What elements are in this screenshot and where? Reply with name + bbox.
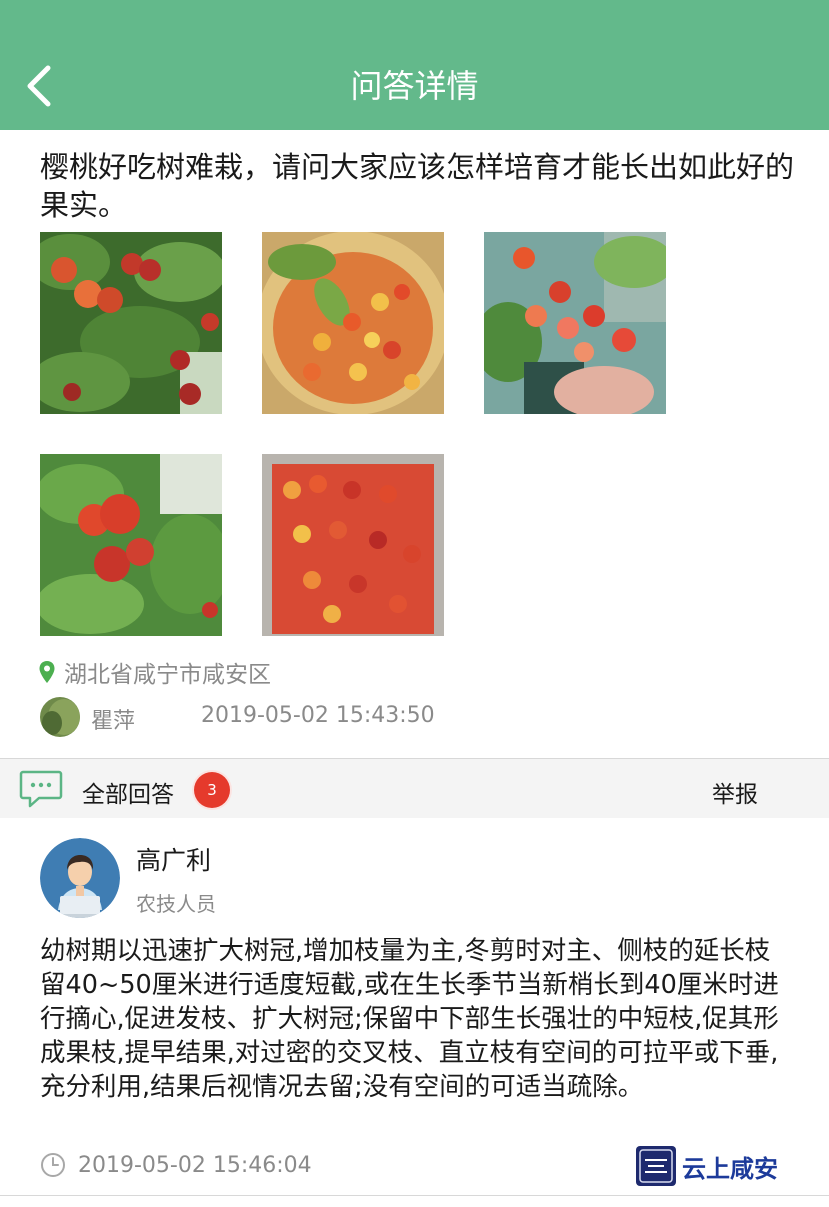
answerer-name[interactable]: 高广利 xyxy=(136,841,211,877)
question-time: 2019-05-02 15:43:50 xyxy=(201,703,435,728)
answers-bar: 全部回答 3 举报 xyxy=(0,758,829,818)
answerer-avatar[interactable] xyxy=(40,838,120,918)
answer-time: 2019-05-02 15:46:04 xyxy=(78,1153,312,1178)
page-title: 问答详情 xyxy=(350,67,479,105)
location-text: 湖北省咸宁市咸安区 xyxy=(64,662,271,688)
watermark-logo-icon xyxy=(636,1146,676,1186)
question-photo-1[interactable] xyxy=(40,232,222,414)
question-photo-4[interactable] xyxy=(40,454,222,636)
asker-avatar[interactable] xyxy=(40,697,80,737)
question-text: 樱桃好吃树难栽，请问大家应该怎样培育才能长出如此好的果实。 xyxy=(40,150,795,222)
watermark: 云上咸安 xyxy=(636,1145,778,1187)
question-photo-5[interactable] xyxy=(262,454,444,636)
question-photo-3[interactable] xyxy=(484,232,666,414)
answerer-role: 农技人员 xyxy=(136,892,216,916)
question-photo-2[interactable] xyxy=(262,232,444,414)
question-location: 湖北省咸宁市咸安区 xyxy=(38,656,271,688)
clock-icon xyxy=(41,1153,65,1177)
asker-name[interactable]: 瞿萍 xyxy=(91,703,135,735)
location-pin-icon xyxy=(39,661,55,683)
watermark-text: 云上咸安 xyxy=(682,1153,778,1183)
answer-text: 幼树期以迅速扩大树冠,增加枝量为主,冬剪时对主、侧枝的延长枝留40~50厘米进行… xyxy=(40,936,779,1102)
app-header: 问答详情 xyxy=(0,0,829,130)
report-button[interactable]: 举报 xyxy=(712,775,758,809)
chat-bubble-icon xyxy=(19,770,63,808)
divider xyxy=(0,1195,829,1196)
answers-count-badge: 3 xyxy=(194,772,230,808)
all-answers-label: 全部回答 xyxy=(82,782,174,808)
